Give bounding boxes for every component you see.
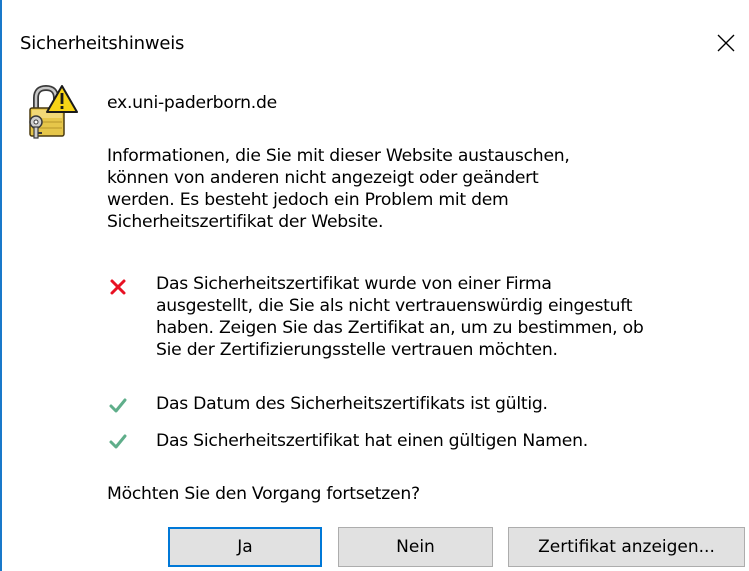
check-item-line: Das Sicherheitszertifikat hat einen gült… [156,431,588,451]
view-certificate-button[interactable]: Zertifikat anzeigen... [508,527,745,567]
info-line: Informationen, die Sie mit dieser Websit… [107,146,570,166]
green-check-icon [109,398,127,413]
check-item-line: Das Sicherheitszertifikat wurde von eine… [156,274,552,294]
dialog-content: ex.uni-paderborn.de Informationen, die S… [0,0,749,571]
info-line: werden. Es besteht jedoch ein Problem mi… [107,190,509,210]
green-check-icon [109,434,127,449]
check-item-name: Das Sicherheitszertifikat hat einen gült… [156,430,588,452]
red-x-icon [110,279,126,295]
info-line: Sicherheitszertifikat der Website. [107,212,384,232]
check-item-line: Sie der Zertifizierungsstelle vertrauen … [156,340,558,360]
check-item-line: haben. Zeigen Sie das Zertifikat an, um … [156,318,644,338]
no-button[interactable]: Nein [338,527,493,567]
check-item-issuer: Das Sicherheitszertifikat wurde von eine… [156,273,644,361]
yes-button[interactable]: Ja [168,527,322,567]
check-item-line: ausgestellt, die Sie als nicht vertrauen… [156,296,633,316]
lock-warning-icon [29,84,78,139]
check-item-line: Das Datum des Sicherheitszertifikats ist… [156,394,548,414]
info-line: können von anderen nicht angezeigt oder … [107,168,539,188]
check-item-date: Das Datum des Sicherheitszertifikats ist… [156,393,548,415]
continue-question: Möchten Sie den Vorgang fortsetzen? [107,484,420,504]
info-paragraph: Informationen, die Sie mit dieser Websit… [107,145,570,233]
site-name: ex.uni-paderborn.de [107,93,277,113]
